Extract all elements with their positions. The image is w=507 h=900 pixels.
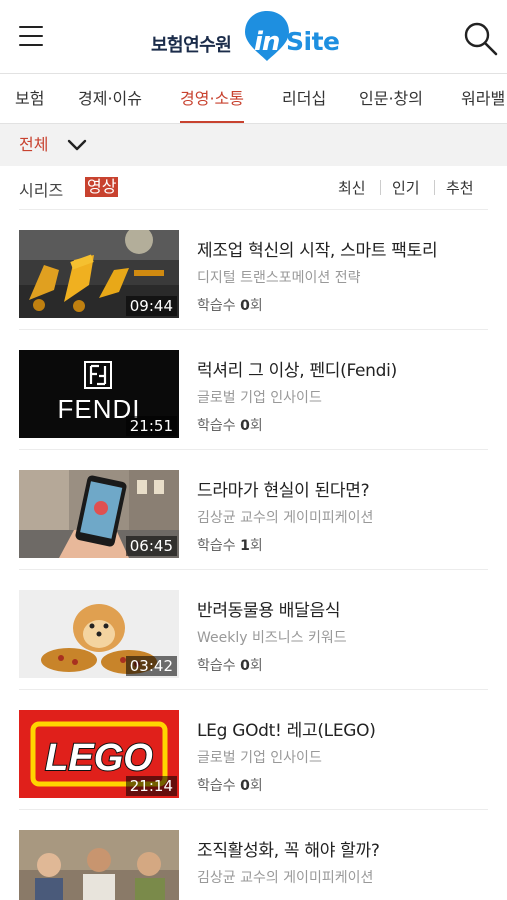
- category-tab-management[interactable]: 경영·소통: [180, 74, 244, 123]
- video-series-name: 김상균 교수의 게이미피케이션: [197, 510, 374, 526]
- category-tab-humanities[interactable]: 인문·창의: [359, 74, 423, 123]
- filter-dropdown-label[interactable]: 전체: [19, 124, 48, 166]
- content-type-tabs: 시리즈 영상 최신 인기 추천: [0, 166, 507, 210]
- video-thumbnail: 09:44: [19, 230, 179, 318]
- category-tab-insurance[interactable]: 보험: [15, 74, 44, 123]
- video-duration: 03:42: [125, 656, 177, 676]
- video-title[interactable]: 제조업 혁신의 시작, 스마트 팩토리: [197, 236, 438, 261]
- video-thumbnail: 06:45: [19, 470, 179, 558]
- category-nav: 보험 경제·이슈 경영·소통 리더십 인문·창의 워라밸: [0, 74, 507, 124]
- insite-logo[interactable]: 보험연수원 in Site: [151, 10, 351, 62]
- video-thumbnail: [19, 830, 179, 900]
- video-view-count: 학습수 0회: [197, 778, 263, 794]
- sort-separator: [380, 180, 381, 195]
- filter-bar: 전체: [0, 124, 507, 166]
- video-view-count: 학습수 0회: [197, 658, 263, 674]
- sort-recommended[interactable]: 추천: [446, 177, 474, 198]
- video-thumbnail: FENDI 21:51: [19, 350, 179, 438]
- video-series-name: 김상균 교수의 게이미피케이션: [197, 870, 374, 886]
- video-duration: 06:45: [125, 536, 177, 556]
- app-header: 보험연수원 in Site: [0, 0, 507, 74]
- video-series-name: 글로벌 기업 인사이드: [197, 750, 322, 766]
- search-icon[interactable]: [462, 20, 498, 56]
- logo-in-text: in: [254, 27, 280, 57]
- video-view-count: 학습수 0회: [197, 298, 263, 314]
- video-thumbnail: LEGO 21:14: [19, 710, 179, 798]
- category-tab-economy[interactable]: 경제·이슈: [78, 74, 142, 123]
- category-tab-worklife[interactable]: 워라밸: [461, 74, 505, 123]
- category-tab-leadership[interactable]: 리더십: [282, 74, 326, 123]
- video-list-item[interactable]: 조직활성화, 꼭 해야 할까? 김상균 교수의 게이미피케이션: [0, 810, 507, 900]
- video-duration: 09:44: [125, 296, 177, 316]
- video-view-count: 학습수 0회: [197, 418, 263, 434]
- hamburger-menu-icon[interactable]: [19, 26, 43, 48]
- video-list: 09:44 제조업 혁신의 시작, 스마트 팩토리 디지털 트랜스포메이션 전략…: [0, 210, 507, 900]
- video-series-name: 디지털 트랜스포메이션 전략: [197, 270, 361, 286]
- video-title[interactable]: LEg GOdt! 레고(LEGO): [197, 716, 376, 741]
- video-thumbnail: 03:42: [19, 590, 179, 678]
- video-series-name: Weekly 비즈니스 키워드: [197, 630, 347, 646]
- video-list-item[interactable]: LEGO 21:14 LEg GOdt! 레고(LEGO) 글로벌 기업 인사이…: [0, 690, 507, 810]
- tab-video[interactable]: 영상: [85, 177, 119, 197]
- video-title[interactable]: 럭셔리 그 이상, 펜디(Fendi): [197, 356, 397, 381]
- video-title[interactable]: 드라마가 현실이 된다면?: [197, 476, 370, 501]
- video-duration: 21:14: [125, 776, 177, 796]
- tab-series[interactable]: 시리즈: [19, 177, 63, 201]
- video-view-count: 학습수 1회: [197, 538, 263, 554]
- video-list-item[interactable]: 06:45 드라마가 현실이 된다면? 김상균 교수의 게이미피케이션 학습수 …: [0, 450, 507, 570]
- chevron-down-icon[interactable]: [66, 137, 88, 153]
- video-title[interactable]: 반려동물용 배달음식: [197, 596, 340, 621]
- video-title[interactable]: 조직활성화, 꼭 해야 할까?: [197, 836, 380, 861]
- sort-latest[interactable]: 최신: [338, 177, 366, 198]
- logo-site-text: Site: [286, 27, 340, 56]
- sort-separator: [434, 180, 435, 195]
- lego-logo-text: LEGO: [45, 737, 153, 779]
- logo-korean-text: 보험연수원: [151, 35, 232, 56]
- video-list-item[interactable]: 03:42 반려동물용 배달음식 Weekly 비즈니스 키워드 학습수 0회: [0, 570, 507, 690]
- video-series-name: 글로벌 기업 인사이드: [197, 390, 322, 406]
- video-list-item[interactable]: 09:44 제조업 혁신의 시작, 스마트 팩토리 디지털 트랜스포메이션 전략…: [0, 210, 507, 330]
- video-duration: 21:51: [125, 416, 177, 436]
- sort-popular[interactable]: 인기: [392, 177, 420, 198]
- video-list-item[interactable]: FENDI 21:51 럭셔리 그 이상, 펜디(Fendi) 글로벌 기업 인…: [0, 330, 507, 450]
